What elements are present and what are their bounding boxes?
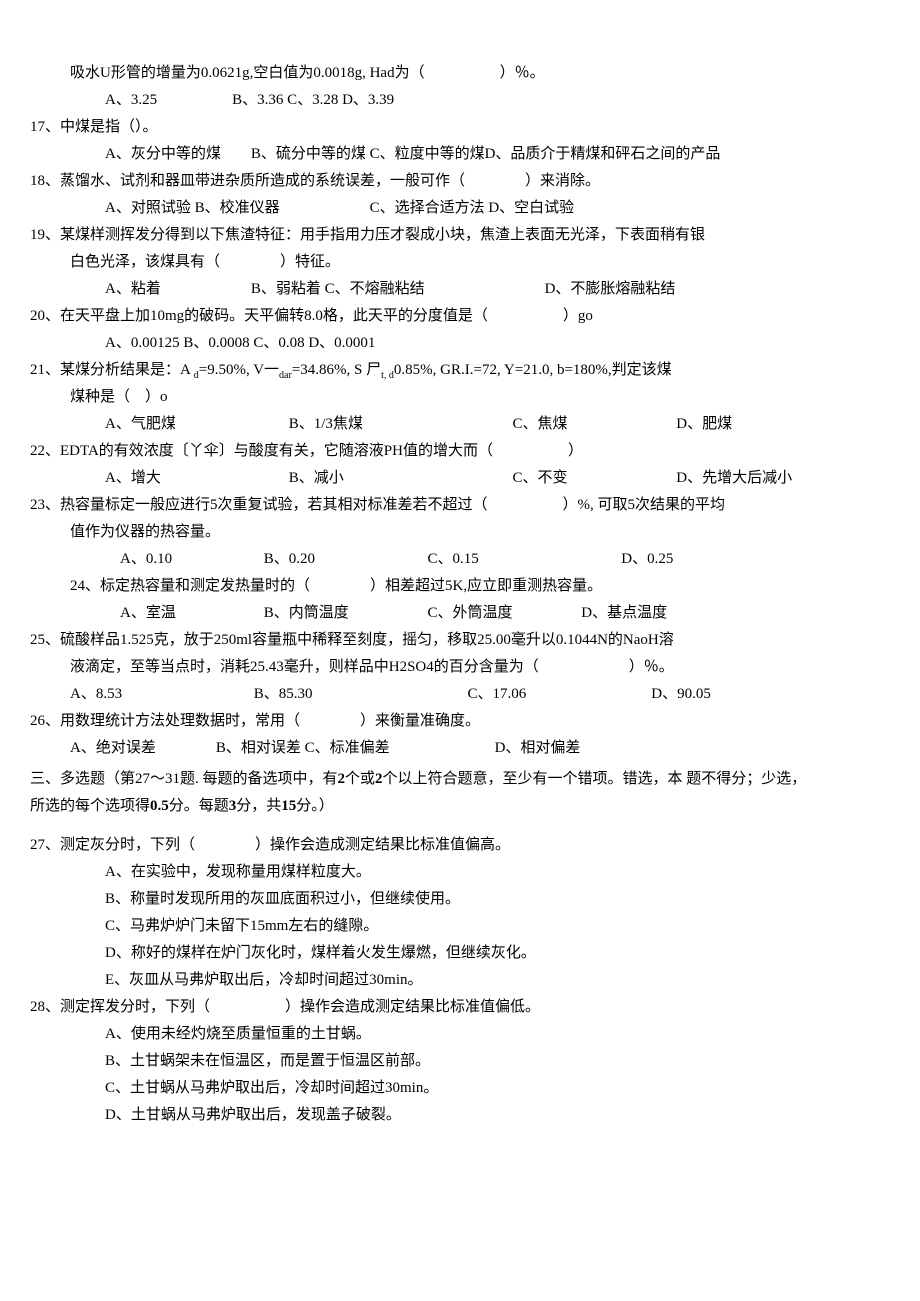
q25-stem-2: 液滴定，至等当点时，消耗25.43毫升，则样品中H2SO4的百分含量为（ ）％。 <box>30 654 870 681</box>
q21-stem-1: 21、某煤分析结果是：A d=9.50%, V一dar=34.86%, S 尸t… <box>30 357 870 384</box>
q22-stem: 22、EDTA的有效浓度〔丫伞〕与酸度有关，它随溶液PH值的增大而（ ） <box>30 438 870 465</box>
q28-opt-c: C、土甘蜗从马弗炉取出后，冷却时间超过30min。 <box>30 1075 870 1102</box>
q17-stem: 17、中煤是指（）。 <box>30 114 870 141</box>
q27-opt-d: D、称好的煤样在炉门灰化时，煤样着火发生爆燃，但继续灰化。 <box>30 940 870 967</box>
q23-opts: A、0.10 B、0.20 C、0.15 D、0.25 <box>30 546 870 573</box>
q23-stem-1: 23、热容量标定一般应进行5次重复试验，若其相对标准差若不超过（ ）%, 可取5… <box>30 492 870 519</box>
q25-stem-1: 25、硫酸样品1.525克，放于250ml容量瓶中稀释至刻度，摇匀，移取25.0… <box>30 627 870 654</box>
q24-opts: A、室温 B、内筒温度 C、外筒温度 D、基点温度 <box>30 600 870 627</box>
q24-stem: 24、标定热容量和测定发热量时的（ ）相差超过5K,应立即重测热容量。 <box>30 573 870 600</box>
q20-stem: 20、在天平盘上加10mg的破码。天平偏转8.0格，此天平的分度值是（ ）go <box>30 303 870 330</box>
q27-opt-e: E、灰皿从马弗炉取出后，冷却时间超过30min。 <box>30 967 870 994</box>
q18-opts: A、对照试验 B、校准仪器 C、选择合适方法 D、空白试验 <box>30 195 870 222</box>
q28-opt-d: D、土甘蜗从马弗炉取出后，发现盖子破裂。 <box>30 1102 870 1129</box>
q16-opts: A、3.25 B、3.36 C、3.28 D、3.39 <box>30 87 870 114</box>
q19-opts: A、粘着 B、弱粘着 C、不熔融粘结 D、不膨胀熔融粘结 <box>30 276 870 303</box>
q22-opts: A、增大 B、减小 C、不变 D、先增大后减小 <box>30 465 870 492</box>
q19-stem-2: 白色光泽，该煤具有（ ）特征。 <box>30 249 870 276</box>
q19-stem-1: 19、某煤样测挥发分得到以下焦渣特征：用手指用力压才裂成小块，焦渣上表面无光泽，… <box>30 222 870 249</box>
q28-opt-b: B、土甘蜗架未在恒温区，而是置于恒温区前部。 <box>30 1048 870 1075</box>
q28-opt-a: A、使用未经灼烧至质量恒重的土甘蜗。 <box>30 1021 870 1048</box>
q23-stem-2: 值作为仪器的热容量。 <box>30 519 870 546</box>
q18-stem: 18、蒸馏水、试剂和器皿带进杂质所造成的系统误差，一般可作（ ）来消除。 <box>30 168 870 195</box>
q16-stem-cont: 吸水U形管的增量为0.0621g,空白值为0.0018g, Had为（ ）％。 <box>30 60 870 87</box>
q17-opts: A、灰分中等的煤 B、硫分中等的煤 C、粒度中等的煤D、品质介于精煤和砰石之间的… <box>30 141 870 168</box>
section-3-heading: 三、多选题（第27〜31题. 每题的备选项中，有2个或2个以上符合题意，至少有一… <box>30 766 870 820</box>
q25-opts: A、8.53 B、85.30 C、17.06 D、90.05 <box>30 681 870 708</box>
q21-opts: A、气肥煤 B、1/3焦煤 C、焦煤 D、肥煤 <box>30 411 870 438</box>
q27-opt-c: C、马弗炉炉门未留下15mm左右的缝隙。 <box>30 913 870 940</box>
q21-stem-2: 煤种是（ ）o <box>30 384 870 411</box>
q28-stem: 28、测定挥发分时，下列（ ）操作会造成测定结果比标准值偏低。 <box>30 994 870 1021</box>
q26-opts: A、绝对误差 B、相对误差 C、标准偏差 D、相对偏差 <box>30 735 870 762</box>
q20-opts: A、0.00125 B、0.0008 C、0.08 D、0.0001 <box>30 330 870 357</box>
q27-opt-a: A、在实验中，发现称量用煤样粒度大。 <box>30 859 870 886</box>
q26-stem: 26、用数理统计方法处理数据时，常用（ ）来衡量准确度。 <box>30 708 870 735</box>
q27-stem: 27、测定灰分时，下列（ ）操作会造成测定结果比标准值偏高。 <box>30 832 870 859</box>
q27-opt-b: B、称量时发现所用的灰皿底面积过小，但继续使用。 <box>30 886 870 913</box>
